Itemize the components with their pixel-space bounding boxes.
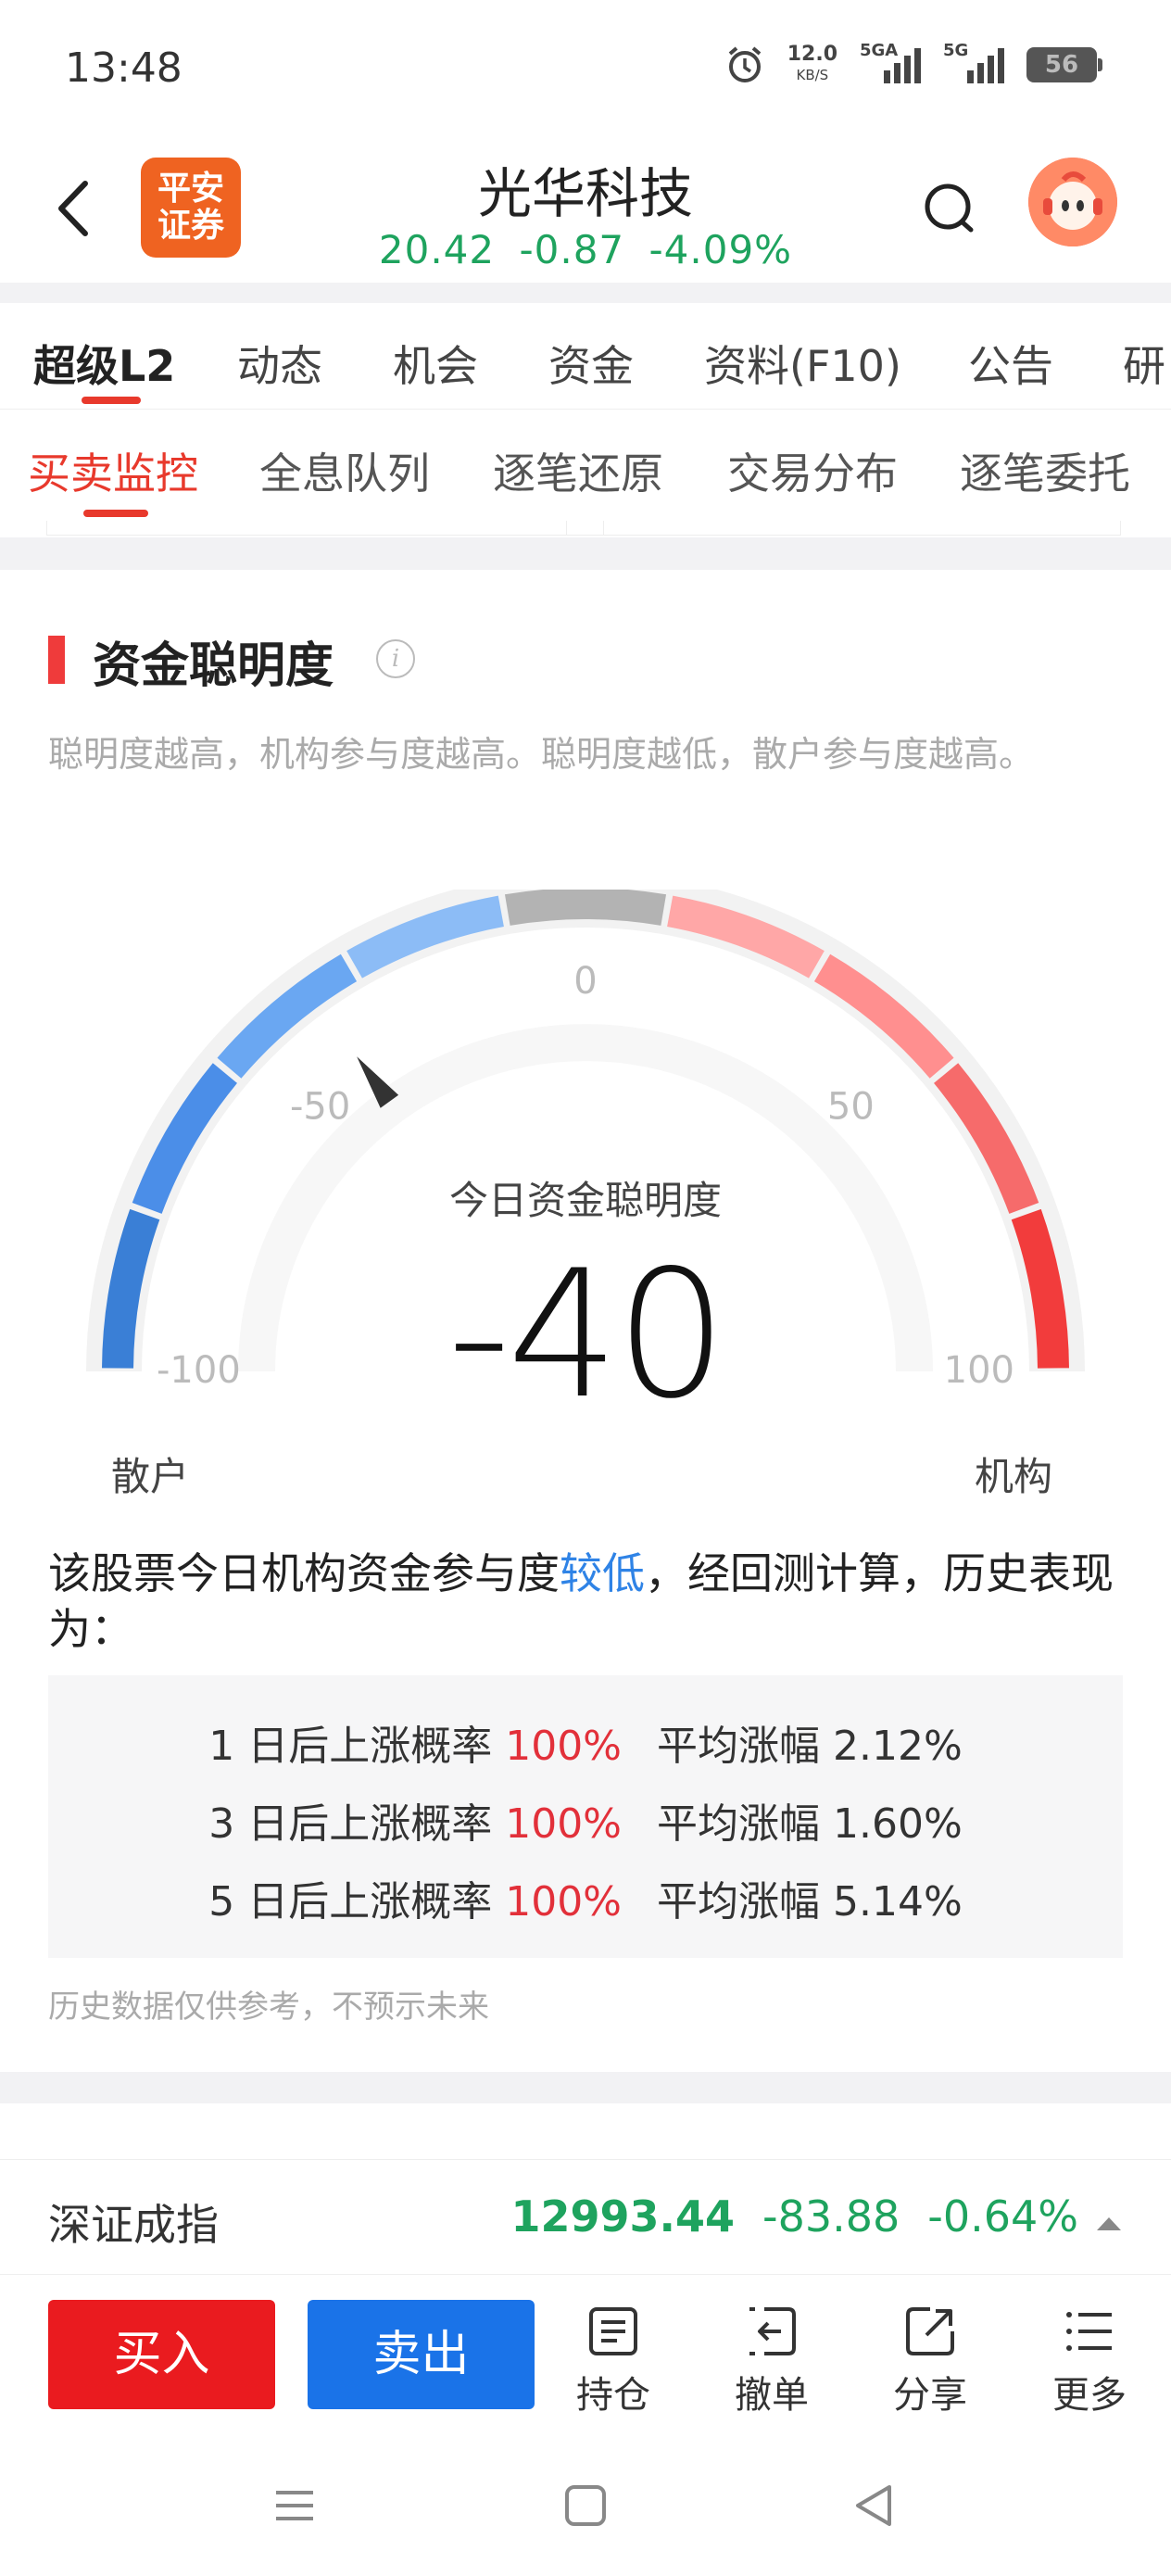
battery-icon: 56 [1026, 47, 1102, 82]
buy-button[interactable]: 买入 [48, 2300, 275, 2409]
index-name: 深证成指 [48, 2200, 219, 2250]
system-nav-bar [276, 2485, 891, 2526]
index-change-pct: -0.64% [927, 2191, 1078, 2241]
header-divider [0, 283, 1171, 303]
tab-funds[interactable]: 资金 [548, 333, 634, 394]
menu-list-icon [1066, 2312, 1112, 2351]
disclaimer: 历史数据仅供参考，不预示未来 [48, 1989, 489, 2026]
summary-text: 该股票今日机构资金参与度较低，经回测计算，历史表现为： [48, 1548, 1114, 1654]
bottom-toolbar: 买入 卖出 持仓 撤单 分享 更多 [0, 2279, 1171, 2446]
more-button[interactable]: 更多 [1034, 2305, 1145, 2418]
participation-level: 较低 [560, 1548, 645, 1598]
search-icon[interactable] [917, 176, 982, 241]
stock-header: 平安 证券 光华科技 20.42 -0.87 -4.09% [0, 139, 1171, 287]
home-icon[interactable] [565, 2485, 606, 2526]
tab-f10[interactable]: 资料(F10) [704, 333, 901, 394]
share-button[interactable]: 分享 [875, 2305, 986, 2418]
subtab-tick-orders[interactable]: 逐笔委托 [960, 440, 1130, 501]
stock-change: -0.87 [519, 227, 625, 272]
subtab-active-indicator [83, 510, 148, 517]
share-icon [906, 2307, 954, 2355]
subtab-trade-distribution[interactable]: 交易分布 [727, 440, 898, 501]
stock-quote: 20.42 -0.87 -4.09% [0, 227, 1171, 272]
section-title: 资金聪明度 [93, 638, 334, 694]
recent-apps-icon[interactable] [276, 2491, 313, 2520]
tab-opportunity[interactable]: 机会 [393, 333, 478, 394]
cancel-order-icon [749, 2307, 796, 2355]
app-screen: 13:48 12.0 KB/S 5GA 5G 56 平安 证券 光华科技 20.… [0, 0, 1171, 2576]
section-divider [0, 537, 1171, 570]
stat-row: 3 日后上涨概率 100% 平均涨幅 1.60% [208, 1800, 963, 1848]
status-icons: 12.0 KB/S 5GA 5G 56 [724, 41, 1102, 85]
cancel-order-button[interactable]: 撤单 [716, 2305, 827, 2418]
main-tabs: 超级L2 动态 机会 资金 资料(F10) 公告 研 [0, 303, 1171, 410]
section-marker [48, 636, 65, 684]
info-icon[interactable]: i [376, 639, 415, 678]
tab-active-indicator [82, 397, 141, 404]
stat-row: 5 日后上涨概率 100% 平均涨幅 5.14% [208, 1878, 963, 1926]
index-change: -83.88 [762, 2191, 900, 2241]
subtab-full-queue[interactable]: 全息队列 [259, 440, 430, 501]
alarm-icon [728, 46, 762, 82]
status-time: 13:48 [65, 44, 183, 92]
gauge-segment [504, 890, 667, 926]
signal-5ga-icon: 5GA [860, 41, 921, 83]
assistant-avatar-icon[interactable] [1028, 158, 1117, 246]
net-speed: 12.0 KB/S [787, 43, 837, 84]
stock-change-pct: -4.09% [648, 227, 793, 272]
section-description: 聪明度越高，机构参与度越高。聪明度越低，散户参与度越高。 [48, 734, 1035, 775]
section-divider [0, 2072, 1171, 2103]
sub-tabs: 买卖监控 全息队列 逐笔还原 交易分布 逐笔委托 [0, 412, 1171, 519]
positions-icon [589, 2307, 637, 2355]
gauge-retail-label: 散户 [111, 1454, 190, 1499]
gauge-center-label: 今日资金聪明度 [448, 1178, 722, 1223]
tab-super-l2[interactable]: 超级L2 [33, 333, 175, 394]
backtest-stats: 1 日后上涨概率 100% 平均涨幅 2.12% 3 日后上涨概率 100% 平均涨… [48, 1675, 1123, 1958]
stat-row: 1 日后上涨概率 100% 平均涨幅 2.12% [208, 1723, 963, 1770]
stock-name: 光华科技 [477, 162, 693, 225]
gauge-tick-label: -50 [290, 1086, 350, 1129]
index-ticker[interactable]: 深证成指 12993.44 -83.88 -0.64% [0, 2159, 1171, 2275]
expand-up-icon[interactable] [1097, 2217, 1121, 2230]
back-nav-icon[interactable] [856, 2485, 891, 2526]
stock-price: 20.42 [378, 227, 496, 272]
gauge-tick-label: 0 [573, 960, 597, 1003]
tab-announcements[interactable]: 公告 [968, 333, 1053, 394]
index-value: 12993.44 [510, 2191, 735, 2241]
sell-button[interactable]: 卖出 [308, 2300, 535, 2409]
gauge-tick-label: 50 [827, 1086, 875, 1129]
previous-panel-edge [46, 521, 1121, 536]
positions-button[interactable]: 持仓 [558, 2305, 669, 2418]
signal-5g-icon: 5G [943, 41, 1004, 83]
status-bar: 13:48 12.0 KB/S 5GA 5G 56 [0, 0, 1171, 139]
index-values: 12993.44 -83.88 -0.64% [510, 2191, 1078, 2241]
tab-research[interactable]: 研 [1123, 333, 1165, 394]
gauge-institution-label: 机构 [975, 1454, 1053, 1499]
subtab-tick-restore[interactable]: 逐笔还原 [493, 440, 663, 501]
gauge-value: -40 [447, 1232, 727, 1437]
subtab-trade-monitor[interactable]: 买卖监控 [28, 440, 198, 501]
tab-news[interactable]: 动态 [237, 333, 322, 394]
